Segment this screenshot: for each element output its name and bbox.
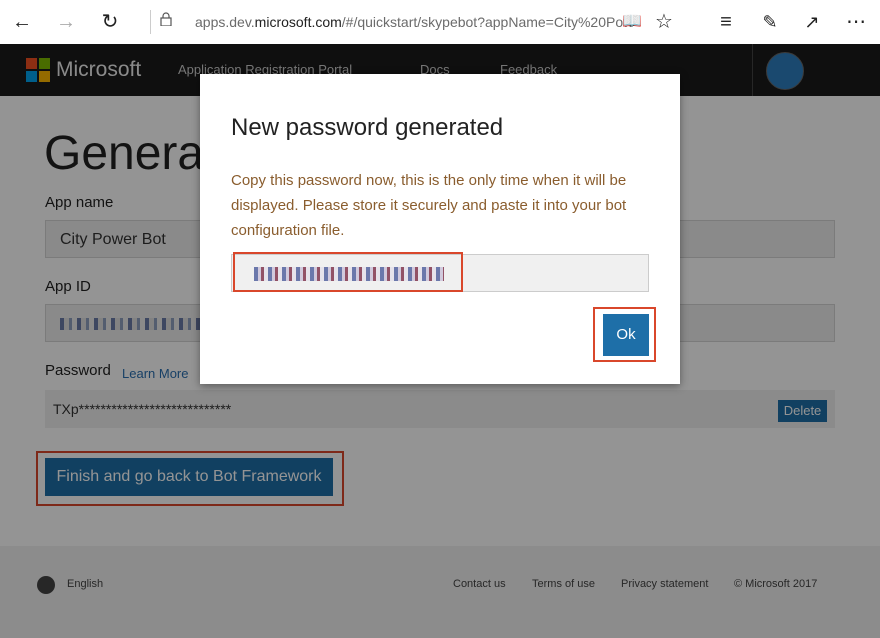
- address-bar[interactable]: apps.dev.microsoft.com/#/quickstart/skyp…: [150, 10, 655, 34]
- reading-view-icon[interactable]: 📖: [618, 8, 646, 36]
- refresh-icon[interactable]: ↻: [96, 8, 124, 36]
- address-domain: microsoft.com: [254, 14, 342, 30]
- web-note-icon[interactable]: ✎: [756, 8, 784, 36]
- favorite-star-icon[interactable]: ☆: [650, 8, 678, 36]
- share-icon[interactable]: ↗: [798, 8, 826, 36]
- forward-icon[interactable]: →: [52, 8, 80, 36]
- ok-highlight: [593, 307, 656, 362]
- browser-toolbar: ← → ↻ apps.dev.microsoft.com/#/quickstar…: [0, 0, 880, 45]
- password-dialog: New password generated Copy this passwor…: [200, 74, 680, 384]
- address-path: /#/quickstart/skypebot?appName=City%20Po…: [341, 14, 634, 30]
- hub-icon[interactable]: ≡: [712, 8, 740, 36]
- dialog-title: New password generated: [231, 114, 504, 141]
- address-prefix: apps.dev.: [195, 14, 255, 30]
- password-highlight: [233, 252, 463, 292]
- dialog-message: Copy this password now, this is the only…: [231, 172, 627, 239]
- more-icon[interactable]: ⋯: [842, 8, 870, 36]
- back-icon[interactable]: ←: [8, 8, 36, 36]
